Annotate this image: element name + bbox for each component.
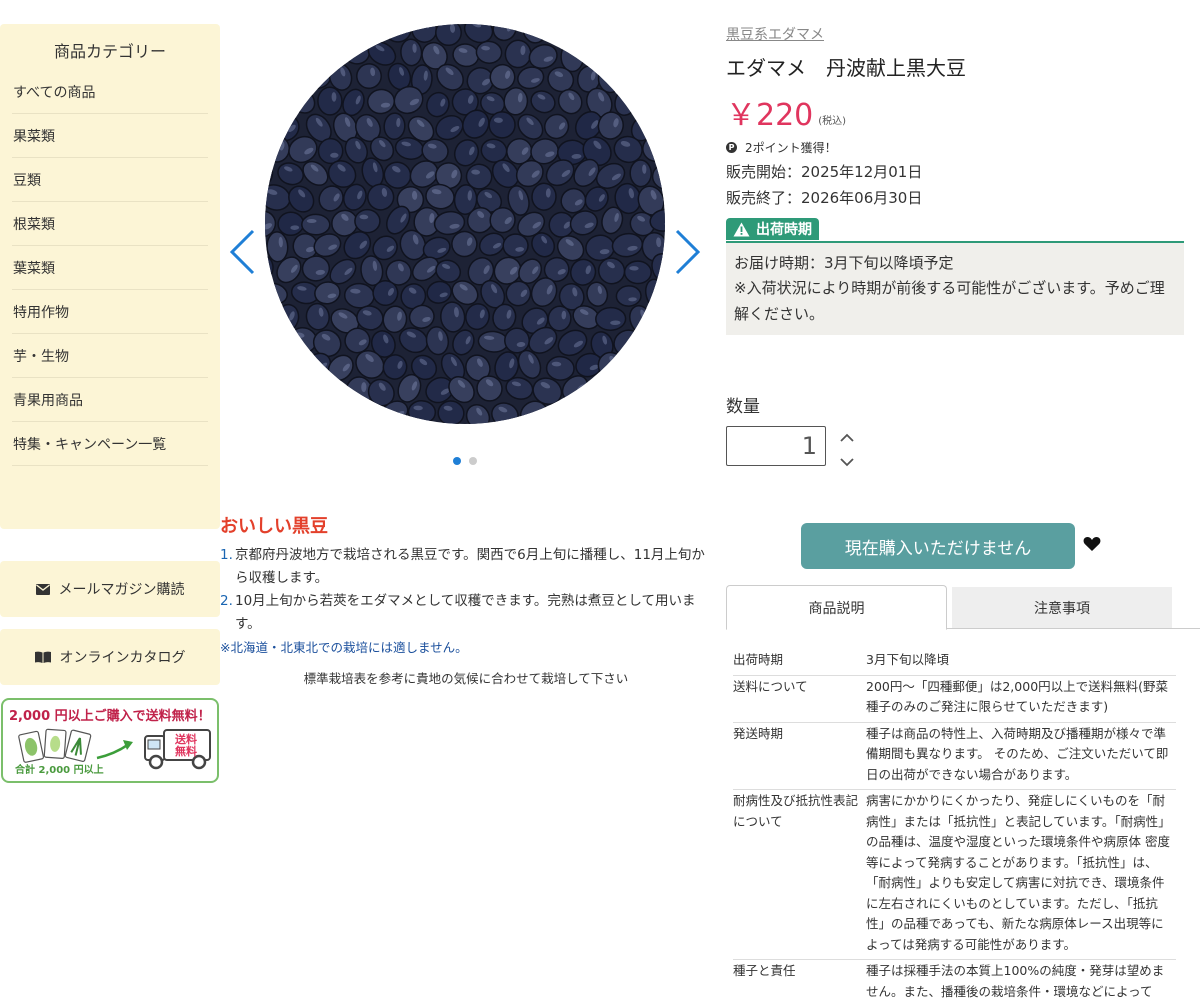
gallery-next-button[interactable] xyxy=(674,229,702,279)
category-sidebar: 商品カテゴリー すべての商品 果菜類 豆類 根菜類 葉菜類 特用作物 芋・生物 … xyxy=(0,24,220,529)
spec-value: 3月下旬以降頃 xyxy=(866,649,1176,676)
warning-icon xyxy=(733,222,750,237)
gallery-dot-1[interactable] xyxy=(453,457,461,465)
description-point: 2. 10月上旬から若莢をエダマメとして収穫できます。完熟は煮豆として用います。 xyxy=(220,590,712,636)
category-link[interactable]: 黒豆系エダマメ xyxy=(726,24,824,44)
quantity-input[interactable]: 1 xyxy=(726,426,826,466)
envelope-icon xyxy=(35,583,50,595)
point-text: 10月上旬から若莢をエダマメとして収穫できます。完熟は煮豆として用います。 xyxy=(235,593,696,632)
banner-rest: 以上ご購入で送料無料！ xyxy=(67,709,211,724)
sidebar-item-all[interactable]: すべての商品 xyxy=(12,70,208,114)
sidebar-item-potatoes[interactable]: 芋・生物 xyxy=(12,334,208,378)
spec-key: 耐病性及び抵抗性表記について xyxy=(733,789,866,960)
gallery-dot-2[interactable] xyxy=(469,457,477,465)
free-shipping-banner[interactable]: 2,000 円以上ご購入で送料無料！ 送料 無料 合計 2,000 円以上 xyxy=(1,698,219,783)
table-row: 送料について 200円〜「四種郵便」は2,000円以上で送料無料(野菜種子のみのご… xyxy=(733,675,1176,723)
heart-icon xyxy=(1083,537,1101,551)
spec-key: 出荷時期 xyxy=(733,649,866,676)
product-photo-black-soybeans xyxy=(265,24,665,424)
purchase-unavailable-button[interactable]: 現在購入いただけません xyxy=(801,523,1075,569)
product-tabs: 商品説明 注意事項 xyxy=(726,585,1200,630)
tab-product-description[interactable]: 商品説明 xyxy=(726,585,947,630)
sidebar-item-campaigns[interactable]: 特集・キャンペーン一覧 xyxy=(12,422,208,466)
spec-key: 発送時期 xyxy=(733,722,866,790)
sidebar-item-fruit-veg[interactable]: 果菜類 xyxy=(12,114,208,158)
mail-magazine-label: メールマガジン購読 xyxy=(58,582,185,598)
sidebar-item-special-crops[interactable]: 特用作物 xyxy=(12,290,208,334)
banner-amount: 2,000 円 xyxy=(9,709,68,724)
delivery-period-text: お届け時期：3月下旬以降頃予定 xyxy=(734,253,954,272)
gallery-prev-button[interactable] xyxy=(228,229,256,279)
tab-notes[interactable]: 注意事項 xyxy=(952,587,1172,628)
spec-key: 送料について xyxy=(733,675,866,723)
description-point: 1. 京都府丹波地方で栽培される黒豆です。関西で6月上旬に播種し、11月上旬から収… xyxy=(220,544,712,590)
sidebar-item-root-veg[interactable]: 根菜類 xyxy=(12,202,208,246)
truck-free-label-2: 無料 xyxy=(175,745,197,758)
sidebar-item-beans[interactable]: 豆類 xyxy=(12,158,208,202)
product-gallery xyxy=(228,24,704,474)
banner-headline: 2,000 円以上ご購入で送料無料！ xyxy=(3,700,217,724)
truck-free-label: 送料 無料 xyxy=(175,734,197,758)
point-text: 京都府丹波地方で栽培される黒豆です。関西で6月上旬に播種し、11月上旬から収穫し… xyxy=(235,547,705,586)
sidebar-title: 商品カテゴリー xyxy=(53,42,166,61)
delivery-note-text: ※入荷状況により時期が前後する可能性がございます。予めご理解ください。 xyxy=(734,279,1165,323)
banner-subtext: 合計 2,000 円以上 xyxy=(15,765,104,776)
spec-key: 種子と責任 xyxy=(733,963,796,978)
product-spec-table: 出荷時期 3月下旬以降頃 送料について 200円〜「四種郵便」は2,000円以上で送… xyxy=(733,649,1176,1000)
point-icon: P xyxy=(726,142,737,153)
book-icon xyxy=(34,651,51,663)
table-row: 耐病性及び抵抗性表記について 病害にかかりにくかったり、発症しにくいものを「耐病性… xyxy=(733,789,1176,960)
spec-value: 種子は採種手法の本質上100%の純度・発芽は望めません。また、播種後の栽培条件・… xyxy=(866,963,1165,999)
quantity-increase-button[interactable] xyxy=(839,428,855,447)
favorite-heart-button[interactable] xyxy=(1083,536,1101,556)
online-catalog-button[interactable]: オンラインカタログ xyxy=(0,629,220,685)
sidebar-item-leaf-veg[interactable]: 葉菜類 xyxy=(12,246,208,290)
table-row: 出荷時期 3月下旬以降頃 xyxy=(733,649,1176,676)
chevron-up-icon xyxy=(840,433,854,442)
table-row: 発送時期 種子は商品の特性上、入荷時期及び播種期が様々で準備期間も異なります。 そ… xyxy=(733,722,1176,790)
quantity-label: 数量 xyxy=(726,397,760,417)
points-earned: P 2ポイント獲得！ xyxy=(726,139,1184,156)
point-number: 1. xyxy=(220,547,233,563)
shipping-info-box: お届け時期：3月下旬以降頃予定 ※入荷状況により時期が前後する可能性がございます… xyxy=(726,240,1184,335)
online-catalog-label: オンラインカタログ xyxy=(59,650,186,666)
product-info: 黒豆系エダマメ エダマメ 丹波献上黒大豆 ￥220 (税込) P 2ポイント獲得… xyxy=(726,24,1184,569)
chevron-right-icon xyxy=(675,229,701,275)
region-note: ※北海道・北東北での栽培には適しません。 xyxy=(220,640,468,655)
mail-magazine-button[interactable]: メールマガジン購読 xyxy=(0,561,220,617)
shipping-period-tag: 出荷時期 xyxy=(726,218,819,240)
product-description: おいしい黒豆 1. 京都府丹波地方で栽培される黒豆です。関西で6月上旬に播種し、1… xyxy=(220,512,712,687)
table-row: 種子と責任 種子は採種手法の本質上100%の純度・発芽は望めません。また、播種後の… xyxy=(733,960,1176,1000)
cultivation-guide-text: 標準栽培表を参考に貴地の気候に合わせて栽培して下さい xyxy=(303,671,629,686)
spec-value: 200円〜「四種郵便」は2,000円以上で送料無料(野菜種子のみのご発注に限らせ… xyxy=(866,675,1176,723)
sale-start-date: 販売開始：2025年12月01日 xyxy=(726,163,923,181)
chevron-left-icon xyxy=(229,229,255,275)
gallery-pagination xyxy=(453,457,477,465)
description-points: 1. 京都府丹波地方で栽培される黒豆です。関西で6月上旬に播種し、11月上旬から収… xyxy=(220,544,712,636)
spec-value: 種子は商品の特性上、入荷時期及び播種期が様々で準備期間も異なります。 そのため、… xyxy=(866,722,1176,790)
black-soybeans-image xyxy=(265,24,665,424)
shipping-tag-label: 出荷時期 xyxy=(756,222,812,238)
chevron-down-icon xyxy=(840,458,854,467)
sidebar-item-produce[interactable]: 青果用商品 xyxy=(12,378,208,422)
product-price: ￥220 xyxy=(726,98,814,133)
price-row: ￥220 (税込) xyxy=(726,99,1184,133)
point-number: 2. xyxy=(220,593,233,609)
sale-end-date: 販売終了：2026年06月30日 xyxy=(726,189,923,207)
spec-value: 病害にかかりにくかったり、発症しにくいものを「耐病性」または「抵抗性」と表記して… xyxy=(866,789,1176,960)
description-title: おいしい黒豆 xyxy=(220,516,328,537)
quantity-decrease-button[interactable] xyxy=(839,452,855,471)
points-text: 2ポイント獲得！ xyxy=(745,141,837,155)
tax-label: (税込) xyxy=(818,116,847,127)
product-name: エダマメ 丹波献上黒大豆 xyxy=(726,56,966,80)
